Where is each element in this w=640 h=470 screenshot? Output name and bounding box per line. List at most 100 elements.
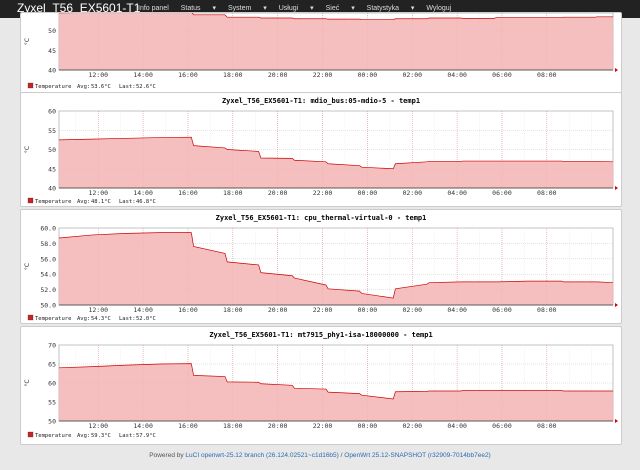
temperature-chart-1: 40 45 50 12:00 14:00 16:00 18:00 20:00 22:00 00:0… [24, 13, 618, 90]
y-axis-label: °C [24, 146, 31, 153]
temperature-chart-4: 50 55 60 65 70 12:00 14:00 16:00 18:00 20:00 22:00… [24, 331, 618, 439]
chart-panel-4: 50 55 60 65 70 12:00 14:00 16:00 18:00 20:00 22:00… [20, 326, 622, 445]
menu-item-statistics[interactable]: Statystyka ▾ [367, 5, 415, 12]
chart-title: Zyxel_T56_EX5601-T1: mdio_bus:05-mdio-5 … [222, 97, 420, 105]
x-tick-label: 16:00 [178, 306, 198, 314]
x-tick-label: 04:00 [447, 189, 467, 197]
chart-title: Zyxel_T56_EX5601-T1: cpu_thermal-virtual… [216, 214, 427, 222]
last-label: Last: [119, 199, 136, 205]
x-tick-label: 12:00 [88, 306, 108, 314]
y-tick-label: 65 [48, 361, 56, 369]
menu-item-services-label: Usługi [278, 5, 299, 12]
legend-swatch [27, 82, 34, 89]
x-tick-label: 22:00 [313, 189, 333, 197]
last-value: 52.0°C [136, 316, 156, 322]
avg-label: Avg: [77, 316, 90, 322]
menu-item-statistics-label: Statystyka [366, 5, 399, 12]
y-axis-label: °C [24, 379, 31, 386]
menu-item-system[interactable]: System ▾ [228, 5, 267, 12]
x-tick-label: 14:00 [133, 422, 153, 430]
chart-panel-1: 40 45 50 12:00 14:00 16:00 18:00 20:00 22:00 00:0… [20, 12, 622, 94]
avg-value: 53.6°C [91, 84, 111, 90]
avg-value: 59.3°C [91, 433, 111, 439]
menu-item-network[interactable]: Sieć ▾ [326, 5, 355, 12]
y-tick-label: 60 [48, 380, 56, 388]
y-tick-label: 55 [48, 127, 56, 135]
avg-label: Avg: [77, 84, 90, 90]
menu-item-logout[interactable]: Wyloguj [426, 5, 451, 12]
temperature-area [59, 13, 613, 70]
x-tick-label: 08:00 [537, 422, 557, 430]
menu-item-system-label: System [227, 5, 252, 12]
menu-item-status-label: Status [180, 5, 201, 12]
x-tick-label: 00:00 [358, 422, 378, 430]
x-tick-label: 20:00 [268, 189, 288, 197]
y-tick-label: 52.0 [40, 286, 56, 294]
x-tick-label: 20:00 [268, 422, 288, 430]
last-label: Last: [119, 433, 136, 439]
menu-item-network-label: Sieć [325, 5, 340, 12]
footer-prefix: Powered by [149, 452, 184, 459]
footer: Powered by LuCI openwrt-25.12 branch (26… [0, 452, 640, 459]
y-tick-label: 55 [48, 399, 56, 407]
x-tick-label: 14:00 [133, 71, 153, 79]
x-tick-label: 06:00 [492, 306, 512, 314]
y-tick-label: 50 [48, 27, 56, 35]
avg-value: 48.1°C [91, 199, 111, 205]
legend-label: Temperature [35, 433, 71, 439]
luci-link[interactable]: LuCI openwrt-25.12 branch (26.124.02521~… [185, 452, 338, 459]
menu-item-info-panel[interactable]: Info panel [138, 5, 169, 12]
x-tick-label: 22:00 [313, 71, 333, 79]
legend-label: Temperature [35, 199, 71, 205]
x-tick-label: 16:00 [178, 422, 198, 430]
last-value: 52.6°C [136, 84, 156, 90]
avg-label: Avg: [77, 433, 90, 439]
chart-panel-3: 50.0 52.0 54.0 56.0 58.0 60.0 12:00 14:00 16:00 1… [20, 209, 622, 324]
x-axis-arrow-icon [615, 68, 618, 72]
avg-value: 54.3°C [91, 316, 111, 322]
x-tick-label: 14:00 [133, 306, 153, 314]
x-tick-label: 14:00 [133, 189, 153, 197]
chart-title: Zyxel_T56_EX5601-T1: mt7915_phy1-isa-180… [209, 331, 432, 339]
y-axis-label: °C [24, 38, 31, 45]
x-tick-label: 18:00 [223, 306, 243, 314]
x-tick-label: 12:00 [88, 71, 108, 79]
x-tick-label: 16:00 [178, 71, 198, 79]
y-tick-label: 45 [48, 165, 56, 173]
x-tick-label: 16:00 [178, 189, 198, 197]
y-tick-label: 70 [48, 342, 56, 350]
x-tick-label: 00:00 [358, 189, 378, 197]
x-tick-label: 02:00 [402, 422, 422, 430]
x-tick-label: 18:00 [223, 422, 243, 430]
x-tick-label: 04:00 [447, 71, 467, 79]
avg-label: Avg: [77, 199, 90, 205]
y-tick-label: 54.0 [40, 271, 56, 279]
y-tick-label: 60 [48, 108, 56, 116]
legend-label: Temperature [35, 316, 71, 322]
legend-label: Temperature [35, 84, 71, 90]
openwrt-link[interactable]: OpenWrt 25.12-SNAPSHOT (r32909-7014bb7ee… [344, 452, 490, 459]
x-tick-label: 20:00 [268, 306, 288, 314]
x-tick-label: 18:00 [223, 71, 243, 79]
x-tick-label: 22:00 [313, 422, 333, 430]
x-tick-label: 00:00 [358, 306, 378, 314]
menu-item-services[interactable]: Usługi ▾ [279, 5, 314, 12]
temperature-chart-3: 50.0 52.0 54.0 56.0 58.0 60.0 12:00 14:00 16:00 1… [24, 214, 618, 322]
x-tick-label: 04:00 [447, 306, 467, 314]
last-value: 46.8°C [136, 199, 156, 205]
x-tick-label: 06:00 [492, 422, 512, 430]
x-tick-label: 04:00 [447, 422, 467, 430]
x-tick-label: 12:00 [88, 422, 108, 430]
y-tick-label: 50.0 [40, 302, 56, 310]
y-axis-label: °C [24, 263, 31, 270]
x-tick-label: 08:00 [537, 189, 557, 197]
y-tick-label: 50 [48, 146, 56, 154]
menu-item-status[interactable]: Status ▾ [181, 5, 216, 12]
last-label: Last: [119, 84, 136, 90]
x-tick-label: 18:00 [223, 189, 243, 197]
y-tick-label: 40 [48, 67, 56, 75]
x-tick-label: 06:00 [492, 71, 512, 79]
chart-panel-2: 40 45 50 55 60 12:00 14:00 16:00 18:00 20:00 22:00… [20, 92, 622, 207]
x-tick-label: 08:00 [537, 306, 557, 314]
last-value: 57.9°C [136, 433, 156, 439]
